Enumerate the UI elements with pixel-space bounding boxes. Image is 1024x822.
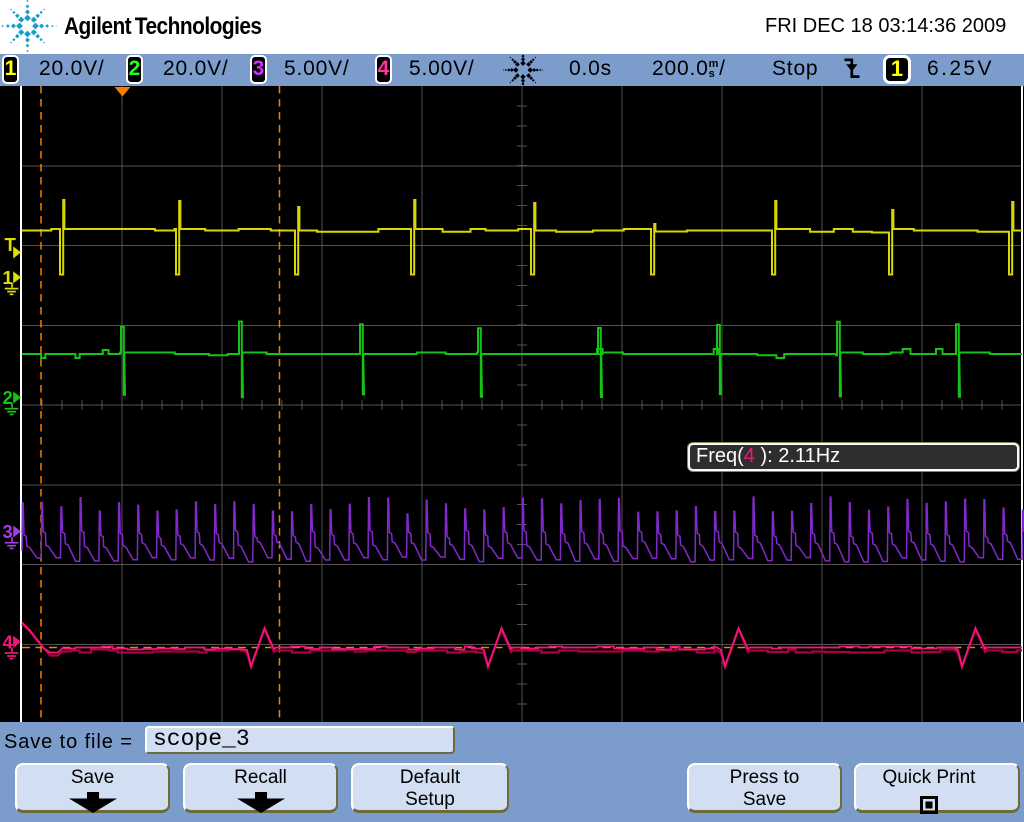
svg-text:T: T xyxy=(5,234,17,255)
